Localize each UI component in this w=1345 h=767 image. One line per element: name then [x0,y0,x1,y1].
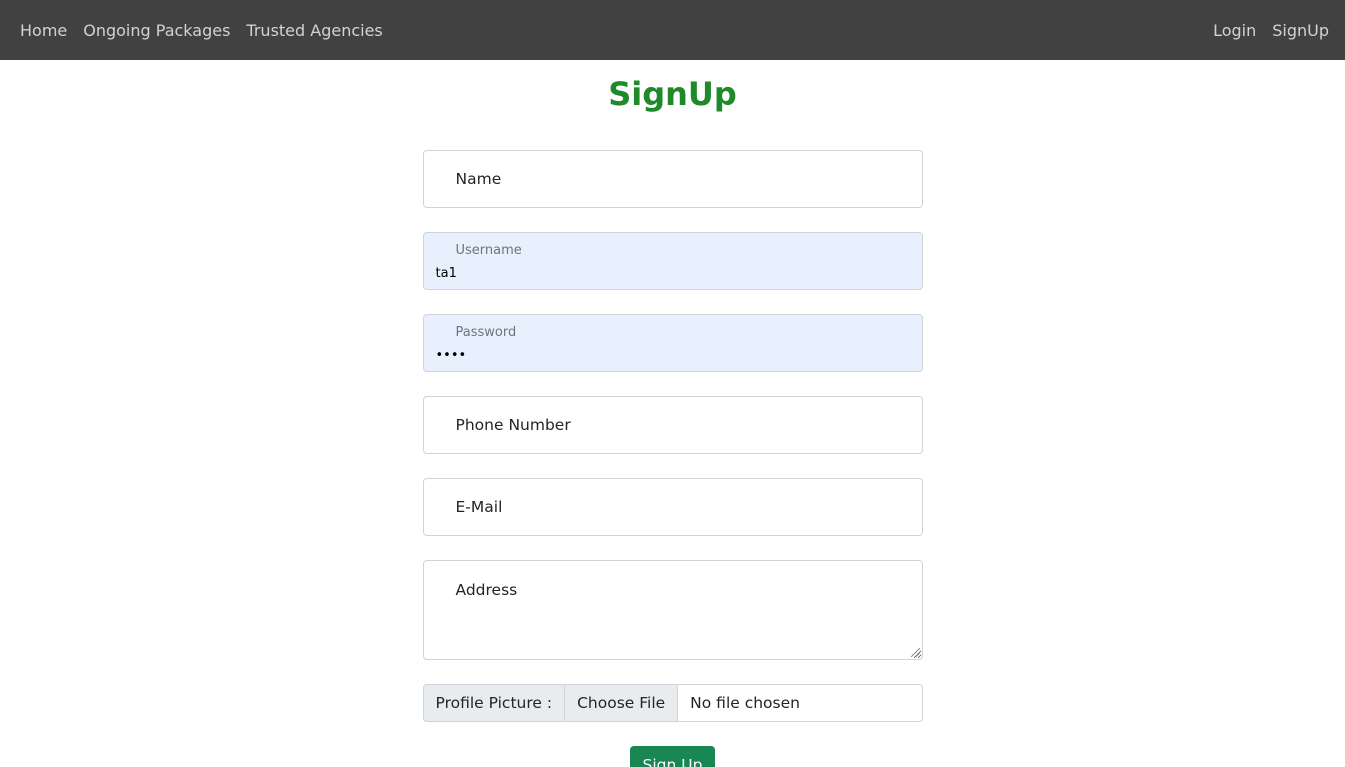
name-input[interactable] [423,151,922,207]
address-textarea[interactable] [423,561,922,659]
address-field-wrapper: Address [422,560,923,660]
password-input[interactable] [423,315,922,371]
nav-left-group: Home Ongoing Packages Trusted Agencies [20,21,399,40]
nav-link-trusted-agencies[interactable]: Trusted Agencies [246,21,382,40]
top-navbar: Home Ongoing Packages Trusted Agencies L… [0,0,1345,60]
username-input[interactable] [423,233,922,289]
file-status-text: No file chosen [690,694,800,712]
username-field-wrapper: Username [422,232,923,290]
profile-picture-group: Profile Picture : Choose File No file ch… [422,684,923,722]
nav-link-home[interactable]: Home [20,21,67,40]
phone-field-wrapper: Phone Number [422,396,923,454]
email-input[interactable] [423,479,922,535]
choose-file-button[interactable]: Choose File [565,685,679,721]
submit-wrapper: Sign Up [423,746,923,767]
password-field-wrapper: Password [422,314,923,372]
nav-link-login[interactable]: Login [1213,21,1256,40]
nav-link-ongoing-packages[interactable]: Ongoing Packages [83,21,230,40]
nav-link-signup[interactable]: SignUp [1272,21,1329,40]
profile-picture-label: Profile Picture : [423,685,566,721]
page-title: SignUp [608,75,737,113]
signup-submit-button[interactable]: Sign Up [629,746,716,767]
nav-right-group: Login SignUp [1197,21,1329,40]
email-field-wrapper: E-Mail [422,478,923,536]
name-field-wrapper: Name [422,150,923,208]
signup-form: Name Username Password Phone Number E-Ma… [422,150,923,767]
phone-number-input[interactable] [423,397,922,453]
